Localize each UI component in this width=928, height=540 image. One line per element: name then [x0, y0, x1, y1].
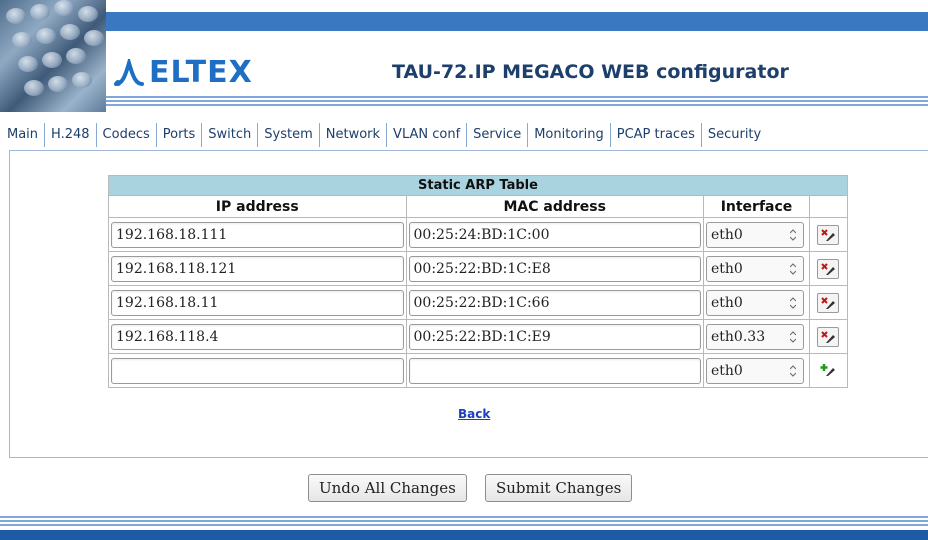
mac-address-input[interactable]	[408, 289, 701, 316]
table-row-new: eth0	[108, 353, 849, 388]
delete-row-button[interactable]	[817, 258, 840, 279]
add-row-icon	[820, 363, 836, 376]
select-arrows-icon	[790, 228, 796, 241]
delete-row-icon	[821, 330, 836, 343]
column-header-action	[808, 195, 849, 218]
app-title: TAU-72.IP MEGACO WEB configurator	[392, 61, 789, 83]
mac-address-input[interactable]	[408, 255, 701, 282]
add-row-button[interactable]	[817, 361, 839, 381]
select-arrows-icon	[790, 262, 796, 275]
table-caption: Static ARP Table	[108, 175, 848, 196]
header-keypad-photo	[0, 0, 106, 112]
main-nav: Main H.248 Codecs Ports Switch System Ne…	[0, 123, 928, 147]
footer-divider-lines	[0, 516, 928, 528]
nav-item-main[interactable]: Main	[0, 123, 46, 147]
nav-item-service[interactable]: Service	[467, 123, 529, 147]
table-row: eth0	[108, 285, 849, 320]
eltex-logo-icon	[114, 59, 144, 86]
mac-address-input[interactable]	[408, 323, 701, 350]
interface-select[interactable]: eth0.33	[706, 323, 804, 350]
column-header-interface: Interface	[703, 195, 810, 218]
header-blue-bar	[0, 12, 928, 31]
delete-row-icon	[821, 262, 836, 275]
interface-select-value: eth0	[711, 260, 743, 277]
nav-item-security[interactable]: Security	[702, 123, 767, 147]
nav-item-h248[interactable]: H.248	[45, 123, 97, 147]
table-row: eth0	[108, 251, 849, 286]
ip-address-input[interactable]	[111, 255, 404, 282]
delete-row-icon	[821, 228, 836, 241]
table-row: eth0.33	[108, 319, 849, 354]
ip-address-input[interactable]	[111, 289, 404, 316]
nav-item-ports[interactable]: Ports	[157, 123, 203, 147]
new-ip-address-input[interactable]	[111, 357, 404, 384]
header-divider-lines	[106, 96, 928, 108]
nav-item-switch[interactable]: Switch	[202, 123, 259, 147]
select-arrows-icon	[790, 330, 796, 343]
nav-item-vlan-conf[interactable]: VLAN conf	[387, 123, 468, 147]
content-panel: Static ARP Table IP address MAC address …	[9, 150, 928, 458]
nav-item-network[interactable]: Network	[320, 123, 388, 147]
undo-all-changes-button[interactable]: Undo All Changes	[308, 474, 467, 502]
interface-select-value: eth0	[711, 294, 743, 311]
table-row: eth0	[108, 217, 849, 252]
interface-select-value: eth0	[711, 226, 743, 243]
delete-row-button[interactable]	[817, 224, 840, 245]
delete-row-button[interactable]	[817, 326, 840, 347]
interface-select[interactable]: eth0	[706, 289, 804, 316]
interface-select[interactable]: eth0	[706, 221, 804, 248]
nav-item-codecs[interactable]: Codecs	[97, 123, 157, 147]
page-header: ELTEX TAU-72.IP MEGACO WEB configurator	[0, 0, 928, 112]
column-header-mac: MAC address	[405, 195, 704, 218]
delete-row-icon	[821, 296, 836, 309]
mac-address-input[interactable]	[408, 221, 701, 248]
back-link[interactable]: Back	[458, 407, 490, 421]
new-interface-select[interactable]: eth0	[706, 357, 804, 384]
nav-item-system[interactable]: System	[258, 123, 320, 147]
eltex-logo: ELTEX	[113, 58, 253, 88]
new-mac-address-input[interactable]	[408, 357, 701, 384]
static-arp-table: Static ARP Table IP address MAC address …	[108, 175, 849, 388]
select-arrows-icon	[790, 364, 796, 377]
delete-row-button[interactable]	[817, 292, 840, 313]
footer-blue-bar	[0, 530, 928, 540]
select-arrows-icon	[790, 296, 796, 309]
logo-text: ELTEX	[149, 55, 253, 90]
ip-address-input[interactable]	[111, 323, 404, 350]
nav-item-monitoring[interactable]: Monitoring	[528, 123, 611, 147]
column-header-ip: IP address	[108, 195, 407, 218]
interface-select-value: eth0	[711, 362, 743, 379]
submit-changes-button[interactable]: Submit Changes	[485, 474, 633, 502]
ip-address-input[interactable]	[111, 221, 404, 248]
interface-select[interactable]: eth0	[706, 255, 804, 282]
nav-item-pcap-traces[interactable]: PCAP traces	[611, 123, 702, 147]
interface-select-value: eth0.33	[711, 328, 766, 345]
